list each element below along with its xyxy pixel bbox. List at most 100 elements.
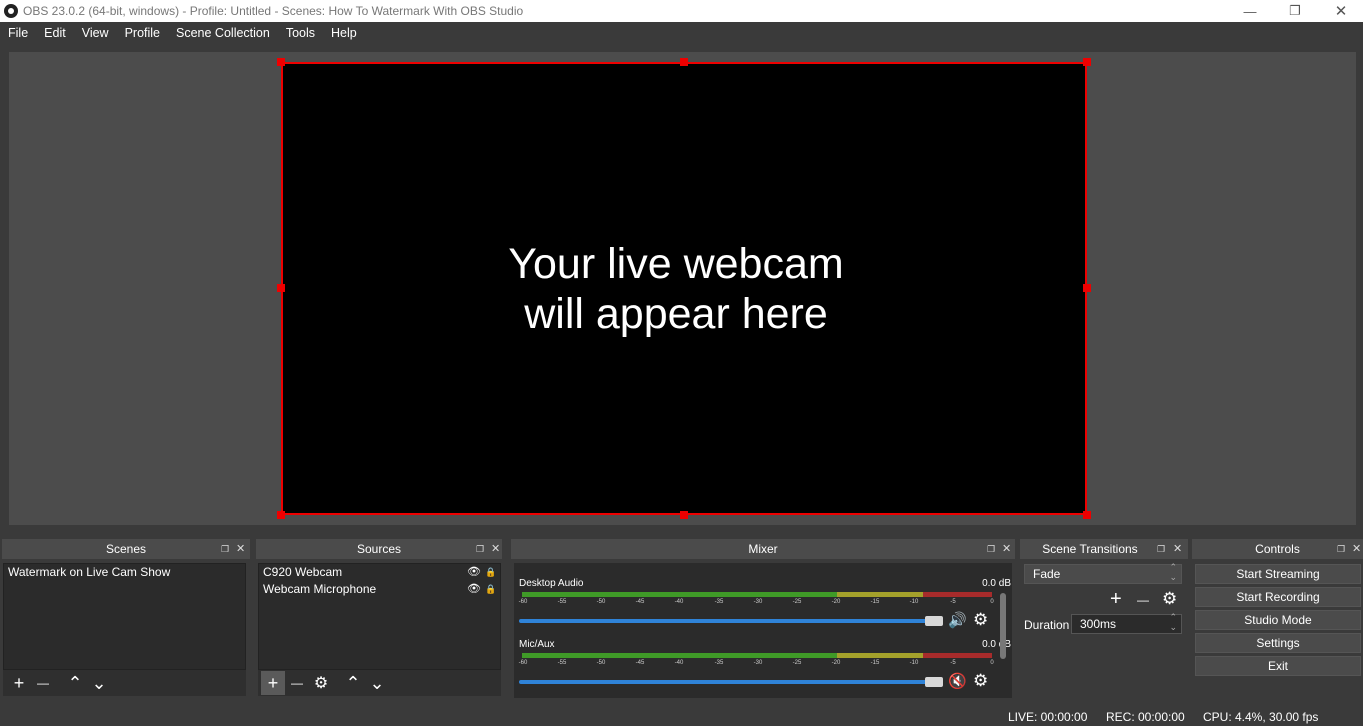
tick-label: -5 bbox=[950, 660, 956, 666]
exit-button[interactable]: Exit bbox=[1195, 656, 1361, 676]
resize-handle-b[interactable] bbox=[680, 511, 688, 519]
menu-file[interactable]: File bbox=[0, 22, 36, 44]
volume-slider[interactable] bbox=[519, 680, 939, 684]
menu-scene-collection[interactable]: Scene Collection bbox=[168, 22, 278, 44]
window-title: OBS 23.0.2 (64-bit, windows) - Profile: … bbox=[23, 4, 524, 18]
maximize-button[interactable]: ❐ bbox=[1272, 0, 1318, 22]
tick-label: -25 bbox=[792, 660, 802, 666]
tick-label: -30 bbox=[753, 599, 763, 605]
resize-handle-t[interactable] bbox=[680, 58, 688, 66]
controls-dock-header: Controls ❐ ✕ bbox=[1192, 539, 1363, 559]
remove-transition-button[interactable]: — bbox=[1137, 593, 1149, 607]
add-source-button[interactable]: + bbox=[261, 671, 285, 695]
transition-select[interactable]: Fade ⌃ ⌄ bbox=[1024, 562, 1182, 584]
float-icon[interactable]: ❐ bbox=[221, 539, 229, 559]
scenes-dock-header: Scenes ❐ ✕ bbox=[2, 539, 250, 559]
menu-profile[interactable]: Profile bbox=[117, 22, 168, 44]
close-window-button[interactable]: ✕ bbox=[1318, 0, 1363, 22]
resize-handle-tl[interactable] bbox=[277, 58, 285, 66]
sources-title: Sources bbox=[356, 542, 402, 556]
close-icon[interactable]: ✕ bbox=[491, 539, 500, 559]
add-scene-button[interactable]: + bbox=[7, 671, 31, 695]
move-scene-up-button[interactable]: ⌃ bbox=[63, 671, 87, 695]
tick-label: 0 bbox=[990, 599, 994, 605]
tick-label: -60 bbox=[518, 599, 528, 605]
meter-ticks: -60 -55 -50 -45 -40 -35 -30 -25 -20 -15 … bbox=[519, 657, 999, 669]
move-source-up-button[interactable]: ⌃ bbox=[341, 671, 365, 695]
transition-selected: Fade bbox=[1033, 567, 1061, 581]
sources-dock: Sources ❐ ✕ bbox=[256, 539, 502, 559]
close-icon[interactable]: ✕ bbox=[1352, 539, 1361, 559]
gear-icon[interactable]: ⚙ bbox=[973, 671, 988, 691]
settings-button[interactable]: Settings bbox=[1195, 633, 1361, 653]
preview-placeholder: Your live webcam will appear here bbox=[283, 64, 1085, 513]
obs-logo-icon bbox=[4, 4, 18, 18]
tick-label: -45 bbox=[635, 599, 645, 605]
lock-icon[interactable]: 🔒 bbox=[485, 564, 496, 581]
source-properties-button[interactable]: ⚙ bbox=[309, 671, 333, 695]
menu-view[interactable]: View bbox=[74, 22, 117, 44]
controls-dock: Controls ❐ ✕ bbox=[1192, 539, 1363, 559]
cpu-fps: CPU: 4.4%, 30.00 fps bbox=[1203, 710, 1319, 724]
gear-icon[interactable]: ⚙ bbox=[973, 610, 988, 630]
tick-label: -20 bbox=[831, 660, 841, 666]
move-scene-down-button[interactable]: ⌄ bbox=[87, 671, 111, 695]
resize-handle-r[interactable] bbox=[1083, 284, 1091, 292]
tick-label: -35 bbox=[714, 660, 724, 666]
scenes-dock: Scenes ❐ ✕ bbox=[2, 539, 250, 559]
volume-slider[interactable] bbox=[519, 619, 939, 623]
controls-title: Controls bbox=[1255, 542, 1300, 556]
scenes-list[interactable]: Watermark on Live Cam Show bbox=[3, 563, 246, 670]
eye-icon[interactable]: 👁 bbox=[467, 581, 481, 598]
duration-spinbox[interactable]: 300ms ⌃ ⌄ bbox=[1071, 612, 1182, 634]
list-item[interactable]: Webcam Microphone 👁 🔒 bbox=[259, 581, 500, 598]
tick-label: -50 bbox=[596, 660, 606, 666]
tick-label: -50 bbox=[596, 599, 606, 605]
lock-icon[interactable]: 🔒 bbox=[485, 581, 496, 598]
menu-help[interactable]: Help bbox=[323, 22, 365, 44]
muted-speaker-icon[interactable]: 🔇 bbox=[948, 672, 967, 690]
remove-scene-button[interactable]: — bbox=[31, 671, 55, 695]
menu-edit[interactable]: Edit bbox=[36, 22, 74, 44]
chevron-updown-icon: ⌃ ⌄ bbox=[1169, 562, 1177, 582]
transition-properties-button[interactable]: ⚙ bbox=[1162, 589, 1177, 609]
resize-handle-tr[interactable] bbox=[1083, 58, 1091, 66]
source-name: Webcam Microphone bbox=[263, 582, 377, 596]
float-icon[interactable]: ❐ bbox=[987, 539, 995, 559]
start-streaming-button[interactable]: Start Streaming bbox=[1195, 564, 1361, 584]
volume-slider-knob[interactable] bbox=[925, 616, 943, 626]
minimize-button[interactable]: — bbox=[1227, 0, 1273, 22]
close-icon[interactable]: ✕ bbox=[236, 539, 245, 559]
resize-handle-l[interactable] bbox=[277, 284, 285, 292]
move-source-down-button[interactable]: ⌄ bbox=[365, 671, 389, 695]
menu-tools[interactable]: Tools bbox=[278, 22, 323, 44]
mixer-scrollbar[interactable] bbox=[1000, 593, 1006, 659]
tick-label: -60 bbox=[518, 660, 528, 666]
tick-label: -25 bbox=[792, 599, 802, 605]
start-recording-button[interactable]: Start Recording bbox=[1195, 587, 1361, 607]
float-icon[interactable]: ❐ bbox=[1337, 539, 1345, 559]
studio-mode-button[interactable]: Studio Mode bbox=[1195, 610, 1361, 630]
webcam-source-canvas[interactable]: Your live webcam will appear here bbox=[281, 62, 1087, 515]
spinner-arrows-icon[interactable]: ⌃ ⌄ bbox=[1169, 612, 1177, 632]
speaker-icon[interactable]: 🔊 bbox=[948, 611, 967, 629]
resize-handle-br[interactable] bbox=[1083, 511, 1091, 519]
transitions-title: Scene Transitions bbox=[1042, 542, 1138, 556]
list-item[interactable]: C920 Webcam 👁 🔒 bbox=[259, 564, 500, 581]
tick-label: -15 bbox=[870, 660, 880, 666]
sources-list[interactable]: C920 Webcam 👁 🔒 Webcam Microphone 👁 🔒 bbox=[258, 563, 501, 670]
float-icon[interactable]: ❐ bbox=[476, 539, 484, 559]
add-transition-button[interactable]: + bbox=[1110, 588, 1122, 611]
resize-handle-bl[interactable] bbox=[277, 511, 285, 519]
volume-slider-knob[interactable] bbox=[925, 677, 943, 687]
list-item[interactable]: Watermark on Live Cam Show bbox=[4, 564, 245, 581]
duration-label: Duration bbox=[1024, 618, 1070, 632]
tick-label: -10 bbox=[909, 599, 919, 605]
remove-source-button[interactable]: — bbox=[285, 671, 309, 695]
close-icon[interactable]: ✕ bbox=[1002, 539, 1011, 559]
transitions-dock-header: Scene Transitions ❐ ✕ bbox=[1020, 539, 1188, 559]
close-icon[interactable]: ✕ bbox=[1173, 539, 1182, 559]
tick-label: -40 bbox=[674, 599, 684, 605]
float-icon[interactable]: ❐ bbox=[1157, 539, 1165, 559]
eye-icon[interactable]: 👁 bbox=[467, 564, 481, 581]
